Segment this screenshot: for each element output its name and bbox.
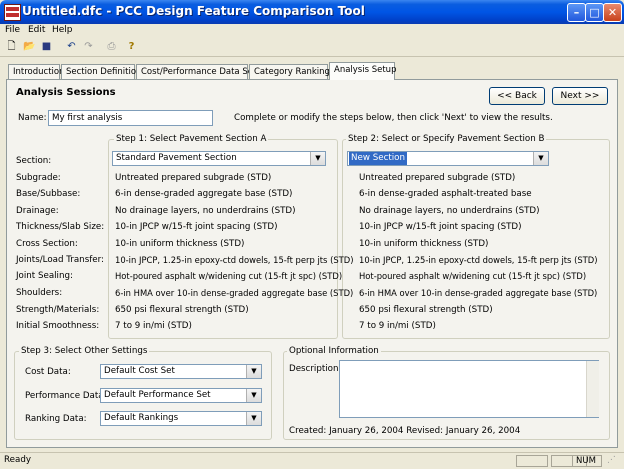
- maximize-button[interactable]: □: [585, 3, 604, 22]
- row-label: Initial Smoothness:: [16, 321, 100, 331]
- num-lock-indicator: NUM: [572, 455, 602, 467]
- row-label: Joints/Load Transfer:: [16, 255, 104, 265]
- cost-data-label: Cost Data:: [25, 367, 71, 377]
- section-a-value-text: 10-in uniform thickness (STD): [115, 239, 245, 249]
- back-button[interactable]: << Back: [489, 87, 545, 105]
- description-textarea[interactable]: [339, 360, 599, 418]
- row-label: Subgrade:: [16, 173, 61, 183]
- row-label: Strength/Materials:: [16, 305, 100, 315]
- section-b-select[interactable]: New Section ▼: [347, 151, 549, 166]
- chevron-down-icon[interactable]: ▼: [246, 365, 261, 378]
- chevron-down-icon[interactable]: ▼: [533, 152, 548, 165]
- redo-icon[interactable]: ↷: [81, 39, 96, 54]
- row-label: Joint Sealing:: [16, 271, 73, 281]
- section-a-value-text: 650 psi flexural strength (STD): [115, 305, 249, 315]
- open-folder-icon[interactable]: 📂: [22, 39, 37, 54]
- status-pane: [516, 455, 548, 467]
- undo-icon[interactable]: ↶: [64, 39, 79, 54]
- section-b-value-text: 6-in dense-graded asphalt-treated base: [359, 189, 532, 199]
- step2-legend: Step 2: Select or Specify Pavement Secti…: [346, 134, 547, 144]
- section-a-value-text: No drainage layers, no underdrains (STD): [115, 206, 296, 216]
- section-a-value: Standard Pavement Section: [116, 153, 237, 163]
- section-b-value-text: 10-in JPCP w/15-ft joint spacing (STD): [359, 222, 522, 232]
- menu-file[interactable]: File: [5, 25, 20, 35]
- menu-help[interactable]: Help: [52, 25, 73, 35]
- status-bar: Ready NUM ⋰: [0, 452, 624, 469]
- step3-legend: Step 3: Select Other Settings: [19, 346, 150, 356]
- new-file-icon[interactable]: 🗋: [4, 39, 19, 54]
- section-b-value-text: 6-in HMA over 10-in dense-graded aggrega…: [359, 288, 598, 298]
- row-label: Base/Subbase:: [16, 189, 81, 199]
- row-label: Thickness/Slab Size:: [16, 222, 105, 232]
- section-a-value-text: 6-in HMA over 10-in dense-graded aggrega…: [115, 288, 354, 298]
- cost-data-value: Default Cost Set: [104, 366, 175, 376]
- chevron-down-icon[interactable]: ▼: [310, 152, 325, 165]
- section-b-value-text: Untreated prepared subgrade (STD): [359, 173, 516, 183]
- close-button[interactable]: ✕: [603, 3, 622, 22]
- toolbar: 🗋 📂 ■ ↶ ↷ ⎙ ?: [0, 38, 624, 57]
- row-label: Shoulders:: [16, 288, 63, 298]
- chevron-down-icon[interactable]: ▼: [246, 412, 261, 425]
- resize-grip-icon[interactable]: ⋰: [604, 455, 620, 467]
- tab-section-definition[interactable]: Section Definition: [61, 64, 141, 79]
- description-scrollbar[interactable]: [586, 361, 599, 417]
- tab-cost-performance[interactable]: Cost/Performance Data Sets: [136, 64, 261, 79]
- optional-info-legend: Optional Information: [287, 346, 381, 356]
- name-label: Name:: [18, 113, 47, 123]
- performance-data-select[interactable]: Default Performance Set ▼: [100, 388, 262, 403]
- row-label: Section:: [16, 156, 52, 166]
- status-text: Ready: [4, 455, 31, 465]
- save-icon[interactable]: ■: [39, 39, 54, 54]
- section-b-value-text: 10-in JPCP, 1.25-in epoxy-ctd dowels, 15…: [359, 255, 598, 265]
- tab-category-rankings[interactable]: Category Rankings: [249, 64, 334, 79]
- step1-legend: Step 1: Select Pavement Section A: [114, 134, 269, 144]
- performance-data-value: Default Performance Set: [104, 390, 211, 400]
- minimize-button[interactable]: –: [567, 3, 586, 22]
- ranking-data-label: Ranking Data:: [25, 414, 87, 424]
- ranking-data-select[interactable]: Default Rankings ▼: [100, 411, 262, 426]
- section-b-value-text: 650 psi flexural strength (STD): [359, 305, 493, 315]
- section-a-value-text: Untreated prepared subgrade (STD): [115, 173, 272, 183]
- section-b-value-text: 10-in uniform thickness (STD): [359, 239, 489, 249]
- print-icon[interactable]: ⎙: [104, 39, 119, 54]
- next-button[interactable]: Next >>: [552, 87, 608, 105]
- section-b-value-text: Hot-poured asphalt w/widening cut (15-ft…: [359, 271, 587, 281]
- section-a-value-text: 6-in dense-graded aggregate base (STD): [115, 189, 293, 199]
- section-a-select[interactable]: Standard Pavement Section ▼: [112, 151, 326, 166]
- section-a-value-text: 10-in JPCP w/15-ft joint spacing (STD): [115, 222, 278, 232]
- section-a-value-text: Hot-poured asphalt w/widening cut (15-ft…: [115, 271, 343, 281]
- section-a-value-text: 10-in JPCP, 1.25-in epoxy-ctd dowels, 15…: [115, 255, 354, 265]
- chevron-down-icon[interactable]: ▼: [246, 389, 261, 402]
- name-input[interactable]: My first analysis: [48, 110, 213, 126]
- tab-analysis-setup[interactable]: Analysis Setup: [329, 62, 396, 80]
- section-b-value-text: 7 to 9 in/mi (STD): [359, 321, 436, 331]
- help-icon[interactable]: ?: [124, 39, 139, 54]
- performance-data-label: Performance Data:: [25, 391, 107, 401]
- ranking-data-value: Default Rankings: [104, 413, 179, 423]
- page-title: Analysis Sessions: [16, 87, 116, 98]
- section-b-value-text: No drainage layers, no underdrains (STD): [359, 206, 540, 216]
- section-a-value-text: 7 to 9 in/mi (STD): [115, 321, 192, 331]
- tab-introduction[interactable]: Introduction: [8, 64, 64, 79]
- row-label: Drainage:: [16, 206, 59, 216]
- window-title: Untitled.dfc - PCC Design Feature Compar…: [22, 4, 365, 18]
- dates-text: Created: January 26, 2004 Revised: Janua…: [289, 426, 521, 436]
- instructions-text: Complete or modify the steps below, then…: [234, 113, 553, 123]
- app-icon: [4, 4, 21, 21]
- row-label: Cross Section:: [16, 239, 78, 249]
- menu-edit[interactable]: Edit: [28, 25, 45, 35]
- cost-data-select[interactable]: Default Cost Set ▼: [100, 364, 262, 379]
- menu-bar: File Edit Help: [0, 24, 624, 38]
- section-b-value: New Section: [349, 152, 407, 165]
- description-label: Description:: [289, 364, 342, 374]
